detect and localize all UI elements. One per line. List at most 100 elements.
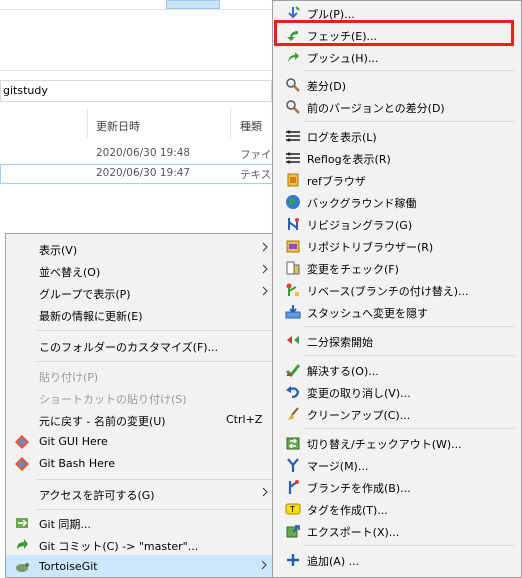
git-gui-icon: [14, 434, 30, 450]
file-row-selected[interactable]: 2020/06/30 19:47 テキスト: [0, 164, 282, 184]
menu-item-create-tag[interactable]: T タグを作成(T)...: [273, 498, 521, 520]
menu-item-revision-graph[interactable]: リビジョングラフ(G): [273, 213, 521, 235]
menu-label: ブランチを作成(B)...: [307, 482, 411, 495]
menu-item-sort[interactable]: 並べ替え(O): [6, 260, 276, 282]
column-separator[interactable]: [87, 108, 88, 138]
svg-text:T: T: [289, 505, 295, 514]
menu-item-git-sync[interactable]: Git 同期...: [6, 512, 276, 534]
menu-item-show-log[interactable]: ログを表示(L): [273, 125, 521, 147]
log-icon: [285, 128, 301, 144]
menu-item-customize-folder[interactable]: このフォルダーのカスタマイズ(F)...: [6, 335, 276, 357]
menu-item-switch-checkout[interactable]: 切り替え/チェックアウト(W)...: [273, 432, 521, 454]
menu-label: タグを作成(T)...: [307, 504, 388, 517]
menu-item-refresh[interactable]: 最新の情報に更新(E): [6, 304, 276, 326]
menu-item-give-access[interactable]: アクセスを許可する(G): [6, 483, 276, 505]
menu-item-revert[interactable]: 変更の取り消し(V)...: [273, 381, 521, 403]
menu-item-ref-browser[interactable]: refブラウザ: [273, 169, 521, 191]
menu-item-group-by[interactable]: グループで表示(P): [6, 282, 276, 304]
menu-item-add[interactable]: 追加(A) ...: [273, 549, 521, 571]
globe-icon: [285, 194, 301, 210]
menu-label: Reflogを表示(R): [307, 153, 391, 166]
menu-item-export[interactable]: エクスポート(X)...: [273, 520, 521, 542]
menu-label: 変更の取り消し(V)...: [307, 387, 411, 400]
undo-icon: [285, 384, 301, 400]
menu-label: スタッシュへ変更を隠す: [307, 307, 428, 320]
menu-label: refブラウザ: [307, 175, 366, 188]
stash-icon: [285, 304, 301, 320]
submenu-arrow-icon: [262, 264, 268, 277]
menu-item-git-gui[interactable]: Git GUI Here: [6, 431, 276, 453]
menu-label: グループで表示(P): [39, 288, 131, 301]
submenu-arrow-icon: [262, 286, 268, 299]
menu-item-repo-browser[interactable]: リポジトリブラウザー(R): [273, 235, 521, 257]
menu-item-git-bash[interactable]: Git Bash Here: [6, 453, 276, 475]
address-bar[interactable]: gitstudy: [0, 80, 272, 102]
menu-separator: [36, 330, 272, 331]
menu-item-paste[interactable]: 貼り付け(P): [6, 365, 276, 387]
menu-item-paste-shortcut[interactable]: ショートカットの貼り付け(S): [6, 387, 276, 409]
column-separator[interactable]: [230, 108, 231, 138]
export-icon: [285, 523, 301, 539]
menu-item-push[interactable]: プッシュ(H)...: [273, 46, 521, 68]
rebase-icon: [285, 282, 301, 298]
menu-item-bisect-start[interactable]: 二分探索開始: [273, 330, 521, 352]
file-row[interactable]: 2020/06/30 19:48 ファイル: [0, 144, 282, 164]
explorer-context-menu: 表示(V) 並べ替え(O) グループで表示(P) 最新の情報に更新(E) このフ…: [5, 233, 277, 578]
merge-icon: [285, 457, 301, 473]
tortoise-icon: [14, 559, 30, 575]
submenu-arrow-icon: [262, 242, 268, 255]
menu-item-rebase[interactable]: リベース(ブランチの付け替え)...: [273, 279, 521, 301]
menu-label: 変更をチェック(F): [307, 263, 399, 276]
menu-label: 二分探索開始: [307, 336, 373, 349]
switch-icon: [285, 435, 301, 451]
menu-label: プッシュ(H)...: [307, 52, 379, 65]
menu-separator: [303, 121, 515, 122]
menu-label: バックグラウンド稼働: [307, 197, 417, 210]
menu-item-git-commit[interactable]: Git コミット(C) -> "master"...: [6, 534, 276, 556]
menu-label: リポジトリブラウザー(R): [307, 241, 434, 254]
menu-label: リビジョングラフ(G): [307, 219, 413, 232]
menu-item-cleanup[interactable]: クリーンアップ(C)...: [273, 403, 521, 425]
menu-label: ショートカットの貼り付け(S): [39, 393, 187, 406]
menu-separator: [303, 428, 515, 429]
column-header-type[interactable]: 種類: [240, 118, 262, 134]
menu-label: 並べ替え(O): [39, 266, 101, 279]
magnifier-icon: [285, 77, 301, 93]
menu-label: 表示(V): [39, 244, 78, 257]
menu-label: Git GUI Here: [39, 435, 108, 448]
submenu-arrow-icon: [261, 560, 267, 573]
menu-item-show-reflog[interactable]: Reflogを表示(R): [273, 147, 521, 169]
toolbar-button[interactable]: [166, 0, 220, 9]
menu-shortcut: Ctrl+Z: [226, 413, 263, 426]
menu-item-merge[interactable]: マージ(M)...: [273, 454, 521, 476]
file-modified: 2020/06/30 19:48: [96, 147, 191, 159]
broom-icon: [285, 406, 301, 422]
push-icon: [285, 49, 301, 65]
bisect-icon: [285, 333, 301, 349]
menu-label: アクセスを許可する(G): [39, 489, 155, 502]
address-text: gitstudy: [3, 84, 48, 97]
menu-item-stash-save[interactable]: スタッシュへ変更を隠す: [273, 301, 521, 323]
menu-item-check-modifications[interactable]: 変更をチェック(F): [273, 257, 521, 279]
menu-separator: [303, 355, 515, 356]
column-header-modified[interactable]: 更新日時: [96, 118, 140, 134]
menu-item-view[interactable]: 表示(V): [6, 238, 276, 260]
menu-label: 解決する(O)...: [307, 365, 379, 378]
menu-label: Git コミット(C) -> "master"...: [39, 540, 199, 553]
menu-label: 差分(D): [307, 80, 347, 93]
menu-item-resolve[interactable]: 解決する(O)...: [273, 359, 521, 381]
menu-separator: [36, 361, 272, 362]
menu-item-undo-rename[interactable]: 元に戻す - 名前の変更(U) Ctrl+Z: [6, 409, 276, 431]
menu-item-diff[interactable]: 差分(D): [273, 74, 521, 96]
menu-label: 追加(A) ...: [307, 555, 360, 568]
tortoisegit-submenu: プル(P)... フェッチ(E)... プッシュ(H)... 差分(D) 前のバ…: [272, 0, 522, 578]
pull-icon: [285, 5, 301, 21]
menu-item-diff-previous[interactable]: 前のバージョンとの差分(D): [273, 96, 521, 118]
menu-item-background-daemon[interactable]: バックグラウンド稼働: [273, 191, 521, 213]
menu-item-tortoisegit[interactable]: TortoiseGit: [6, 555, 276, 577]
menu-item-create-branch[interactable]: ブランチを作成(B)...: [273, 476, 521, 498]
menu-separator: [303, 326, 515, 327]
menu-separator: [36, 479, 272, 480]
menu-label: 元に戻す - 名前の変更(U): [39, 415, 166, 428]
ref-browser-icon: [285, 172, 301, 188]
